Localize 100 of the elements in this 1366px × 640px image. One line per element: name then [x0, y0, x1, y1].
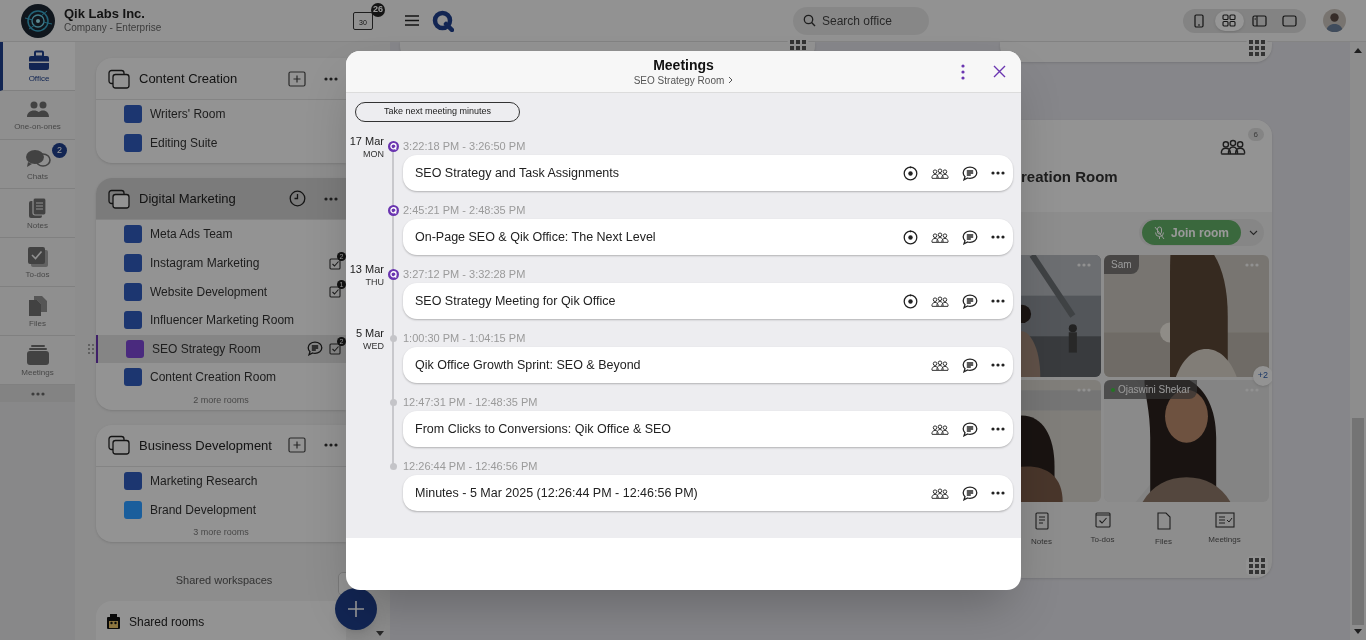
people-icon[interactable]: [931, 167, 949, 179]
kebab-icon[interactable]: [961, 64, 965, 80]
stack-icon: [25, 343, 50, 366]
people-icon[interactable]: [1220, 139, 1246, 155]
files-icon: [27, 294, 48, 317]
room-name: Influencer Marketing Room: [150, 312, 295, 330]
people-icon[interactable]: [931, 295, 949, 307]
toolbar-button[interactable]: Files: [1133, 512, 1194, 548]
more-icon[interactable]: [991, 491, 1005, 495]
room-name: Brand Development: [150, 501, 257, 519]
record-icon[interactable]: [903, 293, 918, 309]
room-item[interactable]: Writers' Room: [96, 100, 346, 129]
date-label: 5 Mar: [355, 326, 384, 340]
nav-item[interactable]: Notes: [0, 189, 75, 238]
room-item[interactable]: Marketing Research: [96, 466, 346, 496]
avatar[interactable]: [1323, 9, 1346, 32]
workspace-header[interactable]: Content Creation: [96, 58, 346, 100]
chat-icon[interactable]: [962, 293, 978, 309]
count-badge: 2: [52, 143, 67, 158]
meeting-card[interactable]: SEO Strategy Meeting for Qik Office: [403, 283, 1013, 319]
app-logo[interactable]: [432, 9, 454, 32]
chat-icon[interactable]: [962, 165, 978, 181]
drag-handle-icon[interactable]: [88, 343, 94, 354]
qik-marker-icon: [388, 268, 399, 280]
room-title: reation Room: [1021, 168, 1118, 185]
more-icon[interactable]: [991, 427, 1005, 431]
more-rooms-link[interactable]: 3 more rooms: [96, 523, 346, 542]
chat-icon[interactable]: [962, 229, 978, 245]
workspace-title: Business Development: [139, 436, 272, 455]
room-item[interactable]: Editing Suite: [96, 128, 346, 158]
people-icon: [25, 99, 50, 120]
overflow-badge[interactable]: +2: [1253, 366, 1272, 386]
stacked-folders-icon: [108, 435, 130, 456]
meeting-card[interactable]: SEO Strategy and Task Assignments: [403, 155, 1013, 191]
grid-view-icon: [1222, 14, 1237, 27]
todo-icon[interactable]: [329, 256, 342, 270]
chat-icon[interactable]: [962, 357, 978, 373]
count-badge: 6: [1247, 128, 1264, 141]
toolbar-button[interactable]: To-dos: [1072, 512, 1133, 548]
people-icon[interactable]: [931, 487, 949, 499]
caret-icon[interactable]: [1249, 229, 1258, 236]
chat-icon[interactable]: [962, 421, 978, 437]
menu-icon[interactable]: [405, 15, 419, 26]
file-icon: [1156, 512, 1171, 530]
room-item[interactable]: Meta Ads Team: [96, 220, 346, 249]
people-icon[interactable]: [931, 423, 949, 435]
room-name: Instagram Marketing: [150, 255, 260, 273]
add-icon[interactable]: [288, 70, 306, 87]
scroll-down-icon[interactable]: [376, 631, 384, 636]
scroll-up-icon[interactable]: [1354, 48, 1362, 53]
meeting-title: Qik Office Growth Sprint: SEO & Beyond: [415, 356, 641, 374]
date-label: 17 Mar: [349, 134, 384, 148]
nav-item[interactable]: Chats 2: [0, 140, 75, 189]
nav-item[interactable]: Files: [0, 287, 75, 336]
briefcase-icon: [27, 49, 51, 72]
room-item[interactable]: Brand Development: [96, 495, 346, 524]
chat-bubbles-icon: [24, 147, 51, 170]
nav-item[interactable]: Meetings: [0, 336, 75, 385]
meeting-card[interactable]: Minutes - 5 Mar 2025 (12:26:44 PM - 12:46:56 PM): [403, 475, 1013, 511]
close-icon[interactable]: [993, 65, 1006, 78]
sidebar-view-icon: [1252, 14, 1268, 27]
workspace-header[interactable]: Business Development: [96, 424, 346, 467]
clock-icon[interactable]: [289, 190, 306, 208]
chat-icon[interactable]: [962, 485, 978, 501]
scroll-down-icon[interactable]: [1354, 629, 1362, 634]
more-icon[interactable]: [991, 363, 1005, 367]
room-item[interactable]: Content Creation Room: [96, 363, 346, 392]
todo-icon[interactable]: [329, 285, 342, 299]
nav-item[interactable]: One-on-ones: [0, 91, 75, 140]
workspace-header[interactable]: Digital Marketing: [96, 178, 346, 221]
toolbar-button[interactable]: Notes: [1011, 512, 1072, 548]
meeting-card[interactable]: From Clicks to Conversions: Qik Office & SEO: [403, 411, 1013, 447]
people-icon[interactable]: [931, 231, 949, 243]
room-name: Editing Suite: [150, 134, 218, 152]
meeting-title: Minutes - 5 Mar 2025 (12:26:44 PM - 12:46:56 PM): [415, 484, 698, 502]
day-label: THU: [365, 276, 384, 288]
chevron-icon: [728, 76, 734, 84]
meeting-card[interactable]: Qik Office Growth Sprint: SEO & Beyond: [403, 347, 1013, 383]
view-toggle[interactable]: [1215, 10, 1244, 31]
todo-icon[interactable]: [329, 342, 342, 356]
add-icon[interactable]: [288, 437, 306, 454]
room-link[interactable]: SEO Strategy Room: [633, 73, 734, 87]
record-icon[interactable]: [903, 165, 918, 181]
people-icon[interactable]: [931, 359, 949, 371]
more-icon[interactable]: [991, 235, 1005, 239]
more-icon[interactable]: [991, 299, 1005, 303]
room-name: Meta Ads Team: [150, 226, 233, 244]
notes-icon: [1034, 512, 1049, 530]
room-item[interactable]: Influencer Marketing Room: [96, 305, 346, 335]
nav-item[interactable]: Office: [0, 42, 75, 91]
company-type: Company - Enterprise: [64, 22, 162, 35]
scrollbar-thumb[interactable]: [1352, 418, 1364, 625]
toolbar-button[interactable]: Meetings: [1194, 512, 1255, 548]
meeting-card[interactable]: On-Page SEO & Qik Office: The Next Level: [403, 219, 1013, 255]
record-icon[interactable]: [903, 229, 918, 245]
search-field[interactable]: Search office: [793, 6, 929, 35]
more-icon[interactable]: [991, 171, 1005, 175]
search-icon: [803, 14, 816, 27]
add-button[interactable]: [335, 588, 377, 630]
more-rooms-link[interactable]: 2 more rooms: [96, 391, 346, 410]
